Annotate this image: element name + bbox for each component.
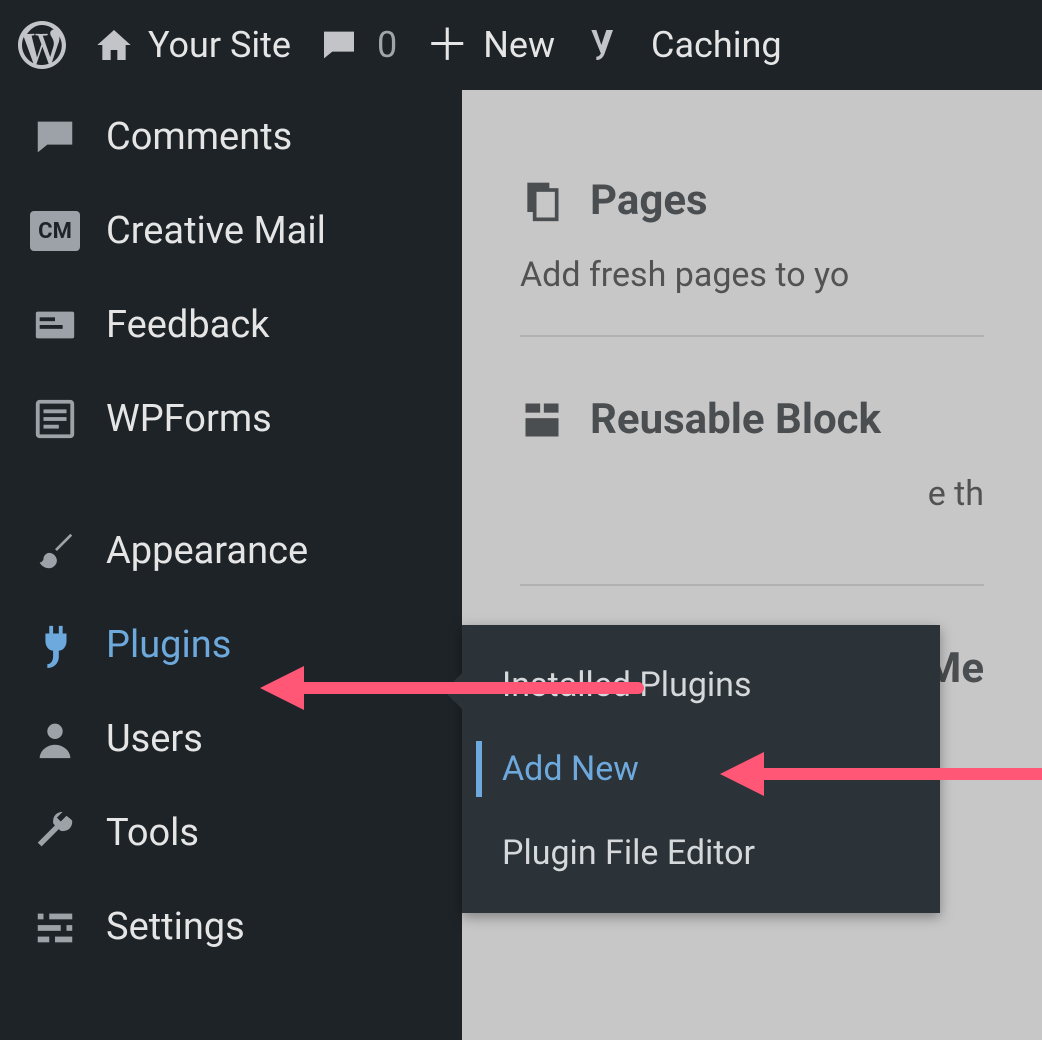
adminbar-new-label: New	[483, 24, 555, 66]
wpforms-icon	[30, 394, 80, 444]
sidebar-item-plugins[interactable]: Plugins	[0, 598, 462, 692]
adminbar-new[interactable]: ＋ New	[425, 23, 555, 67]
section-reusable-blocks: Reusable Block e th	[520, 335, 984, 554]
sidebar-item-label: Creative Mail	[106, 209, 326, 253]
home-icon	[94, 25, 134, 65]
submenu-item-label: Plugin File Editor	[502, 833, 755, 873]
adminbar-yoast[interactable]	[583, 25, 623, 65]
sidebar-item-label: Plugins	[106, 623, 231, 667]
submenu-item-label: Installed Plugins	[502, 665, 752, 705]
submenu-add-new[interactable]: Add New	[462, 727, 940, 811]
yoast-icon	[583, 25, 623, 65]
adminbar-comments-count: 0	[377, 24, 397, 66]
section-title: Reusable Block	[590, 395, 881, 444]
sidebar-item-comments[interactable]: Comments	[0, 90, 462, 184]
comment-icon	[319, 25, 359, 65]
section-desc: Add fresh pages to yo	[520, 255, 984, 295]
sliders-icon	[30, 902, 80, 952]
submenu-installed-plugins[interactable]: Installed Plugins	[462, 643, 940, 727]
adminbar-site-home[interactable]: Your Site	[94, 24, 291, 66]
sidebar-item-settings[interactable]: Settings	[0, 880, 462, 974]
sidebar-separator	[0, 466, 462, 504]
feedback-icon	[30, 300, 80, 350]
submenu-plugin-file-editor[interactable]: Plugin File Editor	[462, 811, 940, 895]
sidebar-item-tools[interactable]: Tools	[0, 786, 462, 880]
sidebar-item-wpforms[interactable]: WPForms	[0, 372, 462, 466]
admin-sidebar: Comments CM Creative Mail Feedback WPFor…	[0, 90, 462, 1040]
pages-icon	[520, 179, 564, 223]
sidebar-item-label: Settings	[106, 905, 245, 949]
sidebar-item-label: WPForms	[106, 397, 272, 441]
section-desc: e th	[520, 474, 984, 514]
sidebar-item-label: Comments	[106, 115, 292, 159]
comment-icon	[30, 112, 80, 162]
blocks-icon	[520, 398, 564, 442]
cm-icon: CM	[30, 206, 80, 256]
sidebar-item-feedback[interactable]: Feedback	[0, 278, 462, 372]
adminbar-site-name: Your Site	[148, 24, 291, 66]
wordpress-icon	[18, 21, 66, 69]
section-title: Pages	[590, 176, 708, 225]
wrench-icon	[30, 808, 80, 858]
sidebar-item-creative-mail[interactable]: CM Creative Mail	[0, 184, 462, 278]
plugins-submenu: Installed Plugins Add New Plugin File Ed…	[462, 625, 940, 913]
sidebar-item-label: Users	[106, 717, 203, 761]
adminbar-comments[interactable]: 0	[319, 24, 397, 66]
adminbar-caching-label: Caching	[651, 24, 782, 66]
brush-icon	[30, 526, 80, 576]
sidebar-item-label: Appearance	[106, 529, 308, 573]
submenu-item-label: Add New	[502, 749, 639, 789]
wordpress-logo[interactable]	[18, 21, 66, 69]
sidebar-item-appearance[interactable]: Appearance	[0, 504, 462, 598]
section-pages: Pages Add fresh pages to yo	[520, 176, 984, 335]
sidebar-item-users[interactable]: Users	[0, 692, 462, 786]
sidebar-item-label: Tools	[106, 811, 199, 855]
admin-bar: Your Site 0 ＋ New Caching	[0, 0, 1042, 90]
plug-icon	[30, 620, 80, 670]
adminbar-caching[interactable]: Caching	[651, 24, 782, 66]
plus-icon: ＋	[425, 23, 469, 67]
sidebar-item-label: Feedback	[106, 303, 270, 347]
user-icon	[30, 714, 80, 764]
